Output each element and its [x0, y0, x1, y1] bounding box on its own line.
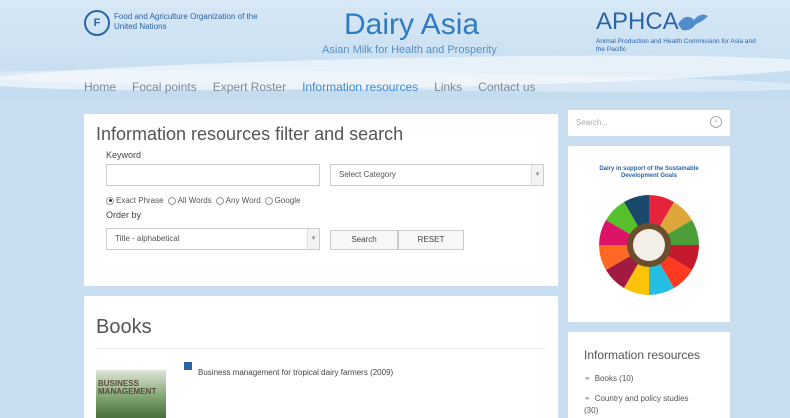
search-button[interactable]: Search	[330, 230, 398, 250]
radio-dot-icon	[167, 196, 176, 205]
sidebar-search[interactable]: Search... ⌕	[568, 110, 730, 136]
sdg-banner[interactable]: Dairy in support of the Sustainable Deve…	[568, 146, 730, 322]
main-nav: Home Focal points Expert Roster Informat…	[84, 80, 552, 94]
cover-text: MANAGEMENT	[98, 387, 157, 396]
site-title[interactable]: Dairy Asia	[344, 8, 479, 42]
resources-panel: Information resources ⚭ Books (10) ⚭ Count…	[568, 332, 730, 418]
site-header: F Food and Agriculture Organization of t…	[0, 0, 790, 100]
sdg-title: Dairy in support of the Sustainable Deve…	[599, 166, 699, 179]
order-select[interactable]: Title - alphabetical ▾	[106, 228, 320, 250]
nav-contact-us[interactable]: Contact us	[478, 80, 535, 94]
resource-label: Books (10)	[594, 374, 634, 383]
radio-label: Google	[274, 196, 301, 205]
radio-dot-icon	[106, 196, 114, 205]
nav-information-resources[interactable]: Information resources	[302, 80, 418, 94]
radio-any-word[interactable]: Any Word	[215, 196, 261, 205]
radio-label: Any Word	[225, 196, 261, 205]
radio-google[interactable]: Google	[264, 196, 301, 205]
category-select[interactable]: Select Category ▾	[330, 164, 544, 186]
category-select-value: Select Category	[339, 170, 396, 179]
resource-item-count: (30)	[584, 406, 599, 415]
radio-label: All Words	[177, 196, 212, 205]
site-subtitle: Asian Milk for Health and Prosperity	[322, 44, 497, 56]
nav-expert-roster[interactable]: Expert Roster	[213, 80, 286, 94]
radio-all-words[interactable]: All Words	[167, 196, 212, 205]
chevron-down-icon: ▾	[307, 229, 319, 249]
keyword-input[interactable]	[106, 164, 320, 186]
aphca-bird-icon	[678, 14, 708, 31]
radio-label: Exact Phrase	[116, 196, 164, 205]
book-cover-image[interactable]: BUSINESS MANAGEMENT	[96, 370, 166, 418]
fao-text[interactable]: Food and Agriculture Organization of the…	[114, 12, 264, 32]
nav-focal-points[interactable]: Focal points	[132, 80, 197, 94]
match-mode-radios: Exact Phrase All Words Any Word Google	[106, 196, 304, 205]
radio-dot-icon	[264, 196, 273, 205]
radio-dot-icon	[215, 196, 224, 205]
sdg-wheel-icon	[599, 195, 699, 295]
radio-exact-phrase[interactable]: Exact Phrase	[106, 196, 164, 205]
keyword-label: Keyword	[106, 150, 142, 160]
resource-label: Country and policy studies	[594, 394, 689, 403]
filter-title: Information resources filter and search	[96, 124, 404, 144]
search-icon[interactable]: ⌕	[710, 116, 722, 128]
reset-button[interactable]: RESET	[398, 230, 464, 250]
order-select-value: Title - alphabetical	[115, 234, 180, 243]
resources-title: Information resources	[584, 348, 701, 362]
divider	[96, 348, 546, 349]
link-icon: ⚭	[584, 374, 591, 383]
books-panel: Books BUSINESS MANAGEMENT Business manag…	[84, 296, 558, 418]
document-icon	[184, 362, 192, 370]
nav-links[interactable]: Links	[434, 80, 462, 94]
books-title: Books	[96, 316, 152, 338]
chevron-down-icon: ▾	[531, 165, 543, 185]
link-icon: ⚭	[584, 394, 591, 403]
search-input[interactable]: Search...	[576, 118, 608, 127]
fao-logo-icon[interactable]: F	[84, 10, 110, 36]
resource-item-country-studies[interactable]: ⚭ Country and policy studies	[584, 394, 689, 404]
aphca-logo[interactable]: APHCA	[596, 8, 679, 36]
order-label: Order by	[106, 210, 142, 220]
filter-panel: Information resources filter and search …	[84, 114, 558, 286]
book-title-link[interactable]: Business management for tropical dairy f…	[198, 368, 393, 377]
aphca-subtitle: Animal Production and Health Commission …	[596, 38, 756, 53]
nav-home[interactable]: Home	[84, 80, 116, 94]
resource-item-books[interactable]: ⚭ Books (10)	[584, 374, 633, 384]
